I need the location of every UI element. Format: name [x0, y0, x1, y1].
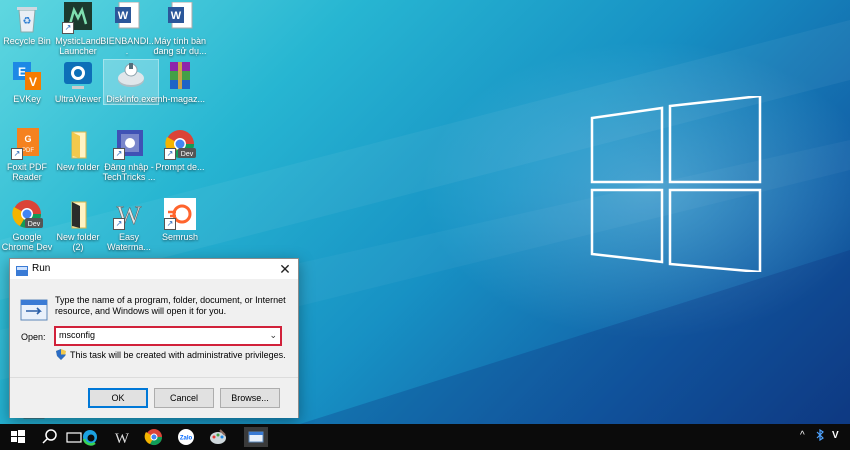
word-document-icon: W — [111, 1, 143, 34]
desktop-icon-foxit[interactable]: G PDF ↗ Foxit PDF Reader — [0, 128, 54, 182]
word-document-icon: W — [164, 1, 196, 34]
browse-button[interactable]: Browse... — [220, 388, 280, 408]
desktop-icon-new-folder-2[interactable]: New folder (2) — [51, 198, 105, 252]
zalo-icon[interactable]: Zalo — [176, 427, 196, 447]
chrome-icon[interactable] — [144, 427, 164, 447]
open-combobox[interactable]: msconfig ⌄ — [54, 326, 282, 346]
desktop-icon-techtricks[interactable]: ↗ Đăng nhập - TechTricks ... — [102, 128, 156, 182]
chrome-dev-icon: Dev — [11, 198, 43, 230]
svg-text:Dev: Dev — [28, 221, 41, 228]
bluetooth-icon[interactable] — [816, 428, 824, 444]
run-icon — [16, 263, 28, 276]
paint-icon[interactable] — [208, 427, 228, 447]
easy-watermark-icon: W ↗ — [113, 198, 145, 230]
chrome-dev-icon: Dev ↗ — [164, 128, 196, 160]
desktop-icon-evkey[interactable]: EV EVKey — [0, 60, 54, 104]
folder-icon — [62, 198, 94, 230]
cancel-button[interactable]: Cancel — [154, 388, 214, 408]
desktop-icon-may-tinh-ban[interactable]: W Máy tính bàn đang sử dụ... — [153, 1, 207, 56]
zalo-icon-text: Zalo — [180, 436, 193, 442]
uac-shield-icon — [56, 349, 66, 360]
desktop-icon-mh-magaz[interactable]: mh-magaz... — [153, 60, 207, 104]
open-input[interactable]: msconfig — [59, 330, 95, 340]
close-button[interactable]: ✕ — [276, 260, 294, 278]
admin-note: This task will be created with administr… — [56, 349, 286, 360]
desktop-icon-ultraviewer[interactable]: UltraViewer — [51, 60, 105, 104]
run-program-icon — [20, 297, 48, 323]
svg-text:Dev: Dev — [181, 151, 194, 158]
desktop-icon-prompt-de[interactable]: Dev ↗ Prompt de... — [153, 128, 207, 172]
start-button-icon[interactable] — [8, 427, 28, 447]
word-w-icon[interactable]: W — [112, 427, 132, 447]
search-icon[interactable] — [40, 427, 60, 447]
admin-note-text: This task will be created with administr… — [70, 350, 286, 360]
mysticland-launcher-icon: ↗ — [62, 2, 94, 34]
run-dialog-titlebar[interactable]: Run ✕ — [10, 259, 298, 279]
run-dialog: Run ✕ Type the name of a program, folder… — [9, 258, 299, 418]
desktop: ♻ Recycle Bin ↗ MysticLand Launcher W BI… — [0, 0, 850, 424]
desktop-icon-chrome-dev[interactable]: Dev Google Chrome Dev — [0, 198, 54, 252]
ultraviewer-icon — [62, 60, 94, 92]
desktop-icon-recycle-bin[interactable]: ♻ Recycle Bin — [0, 2, 54, 46]
evkey-icon: EV — [11, 60, 43, 92]
run-icon[interactable] — [244, 427, 268, 447]
run-dialog-title: Run — [32, 263, 51, 274]
winrar-archive-icon — [164, 60, 196, 92]
desktop-icon-bienbandi[interactable]: W BIENBANDI... — [100, 1, 154, 56]
diskinfo-icon — [115, 60, 147, 92]
run-description: Type the name of a program, folder, docu… — [55, 295, 286, 316]
open-label: Open: — [21, 332, 46, 342]
desktop-icon-mysticland[interactable]: ↗ MysticLand Launcher — [51, 2, 105, 56]
taskbar: W Zalo ^ V — [0, 424, 850, 450]
desktop-icon-new-folder[interactable]: New folder — [51, 128, 105, 172]
chevron-down-icon[interactable]: ⌄ — [269, 330, 277, 341]
svg-text:PDF: PDF — [22, 148, 34, 154]
svg-text:W: W — [115, 431, 130, 447]
edge-icon[interactable] — [80, 427, 100, 447]
recycle-bin-icon: ♻ — [11, 2, 43, 34]
svg-text:W: W — [118, 10, 129, 22]
desktop-icon-easy-watermark[interactable]: W ↗ Easy Waterma... — [102, 198, 156, 252]
svg-text:♻: ♻ — [23, 16, 32, 27]
svg-text:G: G — [24, 134, 31, 144]
svg-text:V: V — [29, 75, 37, 89]
semrush-icon: ↗ — [164, 198, 196, 230]
run-dialog-body: Type the name of a program, folder, docu… — [10, 280, 298, 380]
run-dialog-footer: OK Cancel Browse... — [10, 377, 298, 418]
browser-shortcut-icon: ↗ — [113, 128, 145, 160]
svg-text:E: E — [18, 65, 26, 79]
svg-text:W: W — [171, 10, 182, 22]
windows-logo — [590, 96, 762, 272]
desktop-icon-diskinfo[interactable]: DiskInfo.exe — [103, 59, 159, 105]
foxit-pdf-icon: G PDF ↗ — [11, 128, 43, 160]
ok-button[interactable]: OK — [88, 388, 148, 408]
folder-icon — [62, 128, 94, 160]
tray-overflow-chevron-icon[interactable]: ^ — [800, 430, 805, 441]
input-language-indicator[interactable]: V — [832, 430, 839, 441]
desktop-icon-semrush[interactable]: ↗ Semrush — [153, 198, 207, 242]
